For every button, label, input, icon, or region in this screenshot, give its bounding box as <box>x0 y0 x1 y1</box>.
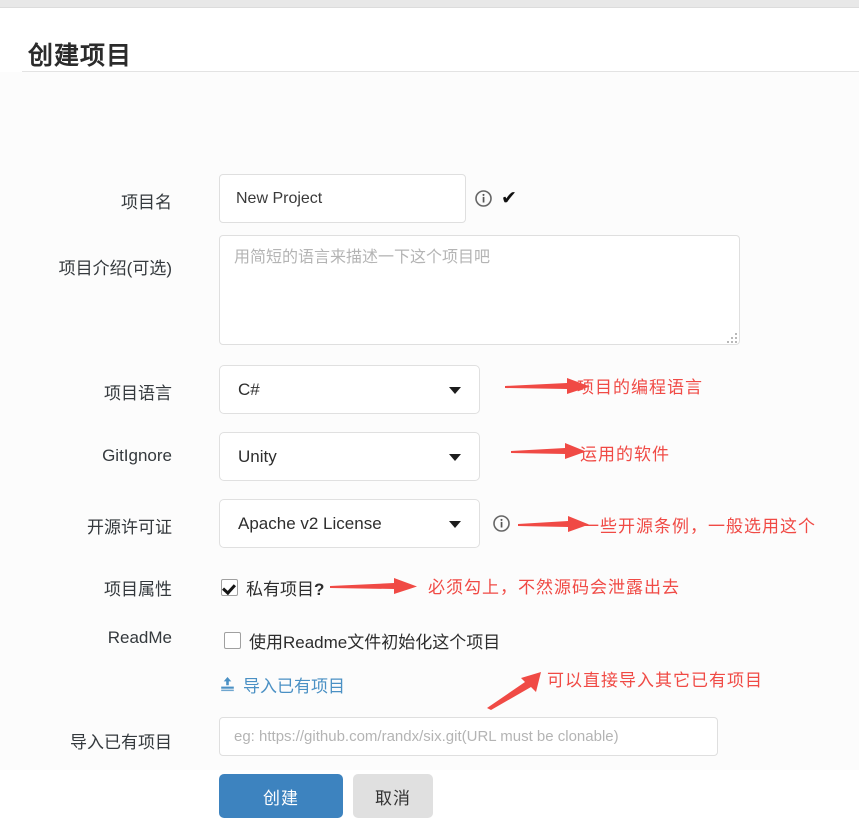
label-project-name: 项目名 <box>121 193 172 212</box>
label-gitignore: GitIgnore <box>102 446 172 465</box>
top-strip <box>0 0 859 8</box>
label-import-url: 导入已有项目 <box>70 733 172 752</box>
readme-checkbox-row[interactable]: 使用Readme文件初始化这个项目 <box>224 628 500 653</box>
chevron-down-icon <box>449 520 461 528</box>
annotation-text-2: 运用的软件 <box>580 445 670 465</box>
create-button[interactable]: 创建 <box>219 774 343 818</box>
private-project-checkbox-row[interactable]: 私有项目? <box>221 575 324 600</box>
license-select[interactable]: Apache v2 License <box>219 499 480 548</box>
annotation-arrow-5 <box>487 672 541 710</box>
import-link-text: 导入已有项目 <box>243 677 345 696</box>
readme-label: 使用Readme文件初始化这个项目 <box>249 633 501 652</box>
import-url-input[interactable] <box>219 717 718 756</box>
label-license: 开源许可证 <box>87 518 172 537</box>
label-project-language: 项目语言 <box>104 384 172 403</box>
cancel-button[interactable]: 取消 <box>353 774 433 818</box>
gitignore-value: Unity <box>238 446 277 466</box>
label-visibility: 项目属性 <box>104 580 172 599</box>
label-readme: ReadMe <box>107 628 172 647</box>
private-project-checkbox[interactable] <box>221 579 238 596</box>
annotation-text-4: 必须勾上，不然源码会泄露出去 <box>428 578 680 598</box>
private-project-label: 私有项目? <box>246 580 325 599</box>
annotation-arrow-3 <box>518 516 589 532</box>
annotation-text-3: 一些开源条例，一般选用这个 <box>582 517 816 537</box>
chevron-down-icon <box>449 386 461 394</box>
info-circle-icon[interactable] <box>475 190 492 207</box>
license-value: Apache v2 License <box>238 513 382 533</box>
gitignore-select[interactable]: Unity <box>219 432 480 481</box>
import-existing-project-link[interactable]: 导入已有项目 <box>219 672 345 697</box>
page-title: 创建项目 <box>28 42 133 70</box>
upload-icon <box>219 676 236 693</box>
readme-checkbox[interactable] <box>224 632 241 649</box>
annotation-text-5: 可以直接导入其它已有项目 <box>547 671 763 691</box>
project-description-textarea[interactable] <box>219 235 740 345</box>
label-project-desc: 项目介绍(可选) <box>58 259 172 278</box>
create-project-form: 项目名 ✔ 项目介绍(可选) 项目语言 C# GitIgnore Unity 开… <box>0 72 859 818</box>
info-circle-icon[interactable] <box>493 515 510 532</box>
annotation-text-1: 项目的编程语言 <box>577 378 703 398</box>
annotation-arrow-4 <box>330 578 417 594</box>
page-header: 创建项目 <box>0 8 859 70</box>
annotation-arrow-2 <box>511 443 586 459</box>
chevron-down-icon <box>449 453 461 461</box>
project-language-value: C# <box>238 379 260 399</box>
check-mark-icon: ✔ <box>501 188 517 209</box>
project-language-select[interactable]: C# <box>219 365 480 414</box>
project-name-input[interactable] <box>219 174 466 223</box>
